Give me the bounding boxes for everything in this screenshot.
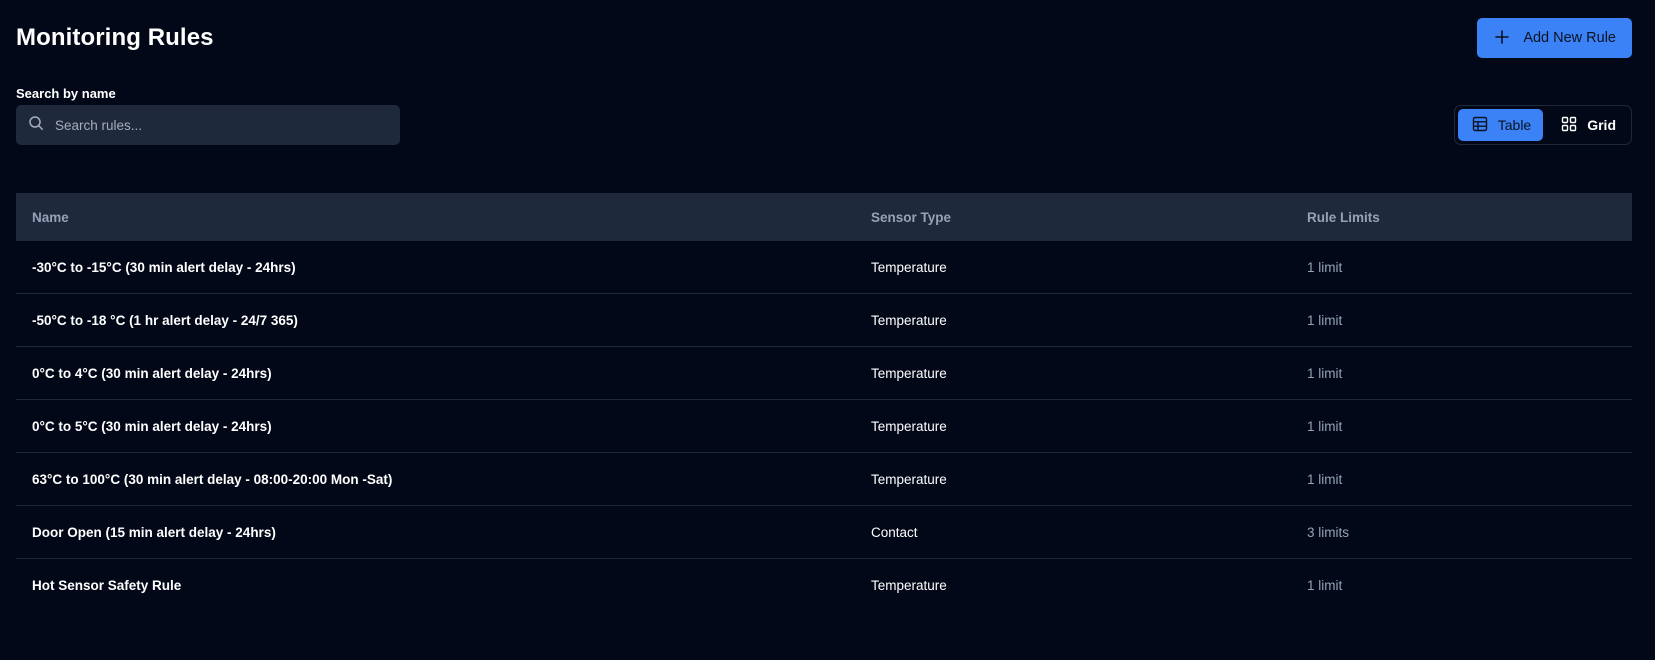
sensor-type-cell: Temperature: [855, 293, 1291, 347]
rule-name-cell: Hot Sensor Safety Rule: [32, 577, 182, 593]
table-row[interactable]: 63°C to 100°C (30 min alert delay - 08:0…: [16, 452, 1632, 506]
rule-limits-cell: 3 limits: [1291, 505, 1632, 559]
table-row[interactable]: -30°C to -15°C (30 min alert delay - 24h…: [16, 241, 1632, 294]
table-row[interactable]: 0°C to 5°C (30 min alert delay - 24hrs) …: [16, 399, 1632, 453]
monitoring-rules-page: Monitoring Rules Add New Rule Search by …: [0, 0, 1655, 660]
rules-table-container: Name Sensor Type Rule Limits -30°C to -1…: [16, 193, 1632, 611]
table-header-row: Name Sensor Type Rule Limits: [16, 193, 1632, 241]
rule-name-cell: Door Open (15 min alert delay - 24hrs): [16, 505, 855, 559]
rules-table: Name Sensor Type Rule Limits -30°C to -1…: [16, 193, 1632, 611]
table-header: Name Sensor Type Rule Limits: [16, 193, 1632, 241]
table-view-button[interactable]: Table: [1457, 109, 1544, 141]
table-row[interactable]: -50°C to -18 °C (1 hr alert delay - 24/7…: [16, 293, 1632, 347]
page-title: Monitoring Rules: [16, 24, 214, 51]
rule-name-cell: 0°C to 4°C (30 min alert delay - 24hrs): [16, 346, 855, 400]
sensor-type-cell: Temperature: [855, 452, 1291, 506]
rule-name-cell: -50°C to -18 °C (1 hr alert delay - 24/7…: [16, 293, 855, 347]
page-header: Monitoring Rules Add New Rule: [16, 18, 1632, 58]
rule-name-cell: -30°C to -15°C (30 min alert delay - 24h…: [16, 241, 855, 294]
search-label: Search by name: [16, 86, 116, 101]
table-row[interactable]: Door Open (15 min alert delay - 24hrs) C…: [16, 505, 1632, 559]
column-header-sensor-type[interactable]: Sensor Type: [855, 193, 1291, 241]
table-body: -30°C to -15°C (30 min alert delay - 24h…: [16, 241, 1632, 611]
grid-view-label: Grid: [1587, 117, 1616, 133]
sensor-type-cell: Temperature: [855, 399, 1291, 453]
rule-limits-cell: 1 limit: [1291, 452, 1632, 506]
search-icon: [28, 115, 44, 136]
grid-view-button[interactable]: Grid: [1547, 109, 1628, 141]
sensor-type-cell: Temperature: [855, 241, 1291, 294]
add-new-rule-button[interactable]: Add New Rule: [1477, 18, 1632, 58]
rule-limits-cell: 1 limit: [1291, 241, 1632, 294]
column-header-rule-limits[interactable]: Rule Limits: [1291, 193, 1632, 241]
search-input[interactable]: [53, 116, 377, 134]
sensor-type-cell: Contact: [855, 505, 1291, 559]
rule-name-cell: 63°C to 100°C (30 min alert delay - 08:0…: [16, 452, 855, 506]
add-new-rule-label: Add New Rule: [1523, 30, 1616, 46]
column-header-name[interactable]: Name: [16, 193, 855, 241]
grid-icon: [1561, 116, 1577, 135]
table-row[interactable]: Hot Sensor Safety Rule Temperature 1 lim…: [16, 559, 1632, 612]
search-box[interactable]: [16, 105, 400, 145]
rule-limits-cell: 1 limit: [1291, 293, 1632, 347]
table-icon: [1472, 116, 1488, 135]
rule-name-cell: 0°C to 5°C (30 min alert delay - 24hrs): [16, 399, 855, 453]
rule-limits-cell: 1 limit: [1291, 346, 1632, 400]
table-view-label: Table: [1497, 117, 1532, 133]
rule-limits-cell: 1 limit: [1291, 399, 1632, 453]
sensor-type-cell: Temperature: [871, 577, 947, 593]
view-toggle: Table Grid: [1453, 105, 1632, 145]
sensor-type-cell: Temperature: [855, 346, 1291, 400]
plus-icon: [1495, 28, 1510, 48]
rule-limits-cell: 1 limit: [1307, 577, 1343, 593]
table-row[interactable]: 0°C to 4°C (30 min alert delay - 24hrs) …: [16, 346, 1632, 400]
